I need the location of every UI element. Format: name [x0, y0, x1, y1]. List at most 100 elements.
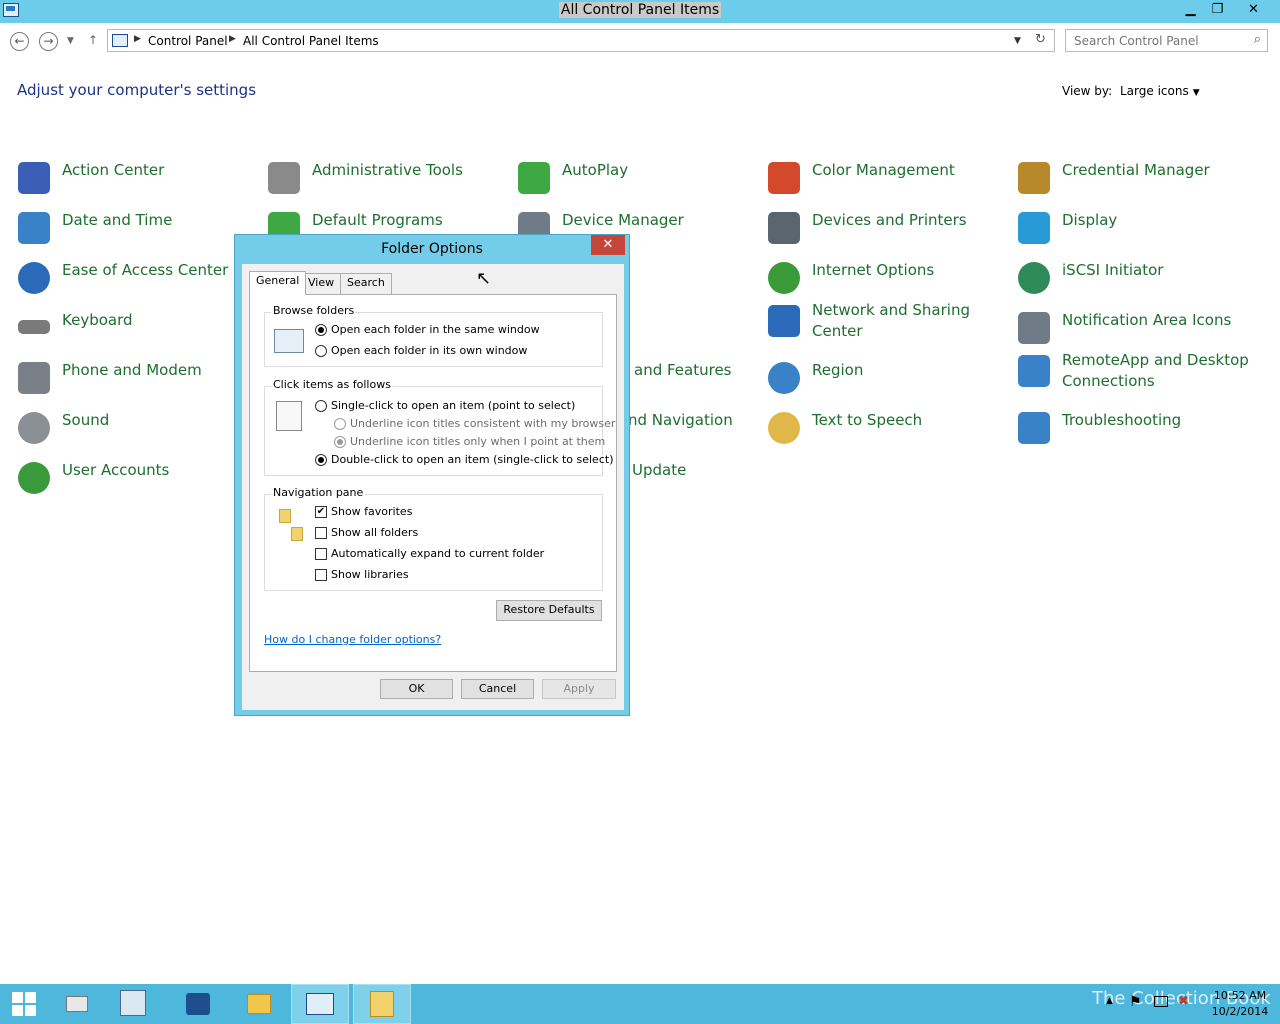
breadcrumb-control-panel[interactable]: Control Panel: [148, 34, 228, 48]
folder-icon: [279, 509, 291, 523]
start-button[interactable]: [0, 984, 58, 1024]
folder-icon: [291, 527, 303, 541]
option-show-libraries[interactable]: Show libraries: [331, 568, 409, 581]
address-dropdown-icon[interactable]: ▼: [1014, 36, 1021, 46]
taskbar-powershell-button[interactable]: [180, 984, 238, 1024]
search-icon[interactable]: ⌕: [1254, 32, 1261, 47]
cp-item-label: Troubleshooting: [1062, 411, 1182, 429]
view-by-dropdown[interactable]: Large icons ▼: [1120, 84, 1200, 98]
windows-logo-pane: [12, 1005, 23, 1016]
option-same-window[interactable]: Open each folder in the same window: [331, 323, 540, 336]
click-items-group: Click items as follows Single-click to o…: [264, 378, 615, 476]
breadcrumb-all-items[interactable]: All Control Panel Items: [243, 34, 379, 48]
browse-folders-legend: Browse folders: [271, 304, 357, 317]
radio-single-click[interactable]: [315, 400, 327, 412]
radio-same-window[interactable]: [315, 324, 327, 336]
cp-item-label: RemoteApp and Desktop Connections: [1062, 351, 1249, 390]
title-bar: All Control Panel Items ▁ ❐ ✕: [0, 0, 1280, 23]
dialog-body: General View Search Browse folders Open …: [242, 264, 624, 710]
network-icon[interactable]: [1154, 996, 1168, 1007]
apply-button[interactable]: Apply: [542, 679, 616, 699]
help-link[interactable]: How do I change folder options?: [264, 633, 441, 646]
option-double-click[interactable]: Double-click to open an item (single-cli…: [331, 453, 613, 466]
browse-folders-group: Browse folders Open each folder in the s…: [264, 304, 603, 367]
option-own-window[interactable]: Open each folder in its own window: [331, 344, 527, 357]
region-icon: [768, 362, 800, 394]
cp-item-label: Credential Manager: [1062, 161, 1210, 179]
breadcrumb-chevron-icon[interactable]: ▶: [229, 34, 236, 44]
address-bar[interactable]: ▶ Control Panel ▶ All Control Panel Item…: [107, 29, 1055, 52]
taskbar-control-panel-button[interactable]: [291, 984, 349, 1024]
windows-logo-pane: [25, 1005, 36, 1016]
tab-view[interactable]: View: [301, 273, 342, 294]
cp-item-label: Ease of Access Center: [62, 261, 229, 279]
back-button[interactable]: ←: [10, 32, 29, 51]
refresh-icon[interactable]: ↻: [1035, 32, 1046, 47]
clock-time: 10:52 AM: [1213, 989, 1267, 1002]
clock[interactable]: 10:52 AM 10/2/2014: [1205, 988, 1275, 1020]
minimize-button[interactable]: ▁: [1177, 0, 1204, 20]
option-underline-point[interactable]: Underline icon titles only when I point …: [350, 435, 605, 448]
show-hidden-icons-icon[interactable]: ▲: [1106, 996, 1113, 1006]
clock-date: 10/2/2014: [1211, 1005, 1269, 1018]
taskbar: The Collection Book ▲ ⚑ ✖ 10:52 AM 10/2/…: [0, 984, 1280, 1024]
cp-item-label: Sound: [62, 411, 110, 429]
taskbar-server-manager-button[interactable]: [118, 984, 176, 1024]
close-button[interactable]: ✕: [1240, 0, 1267, 20]
radio-own-window[interactable]: [315, 345, 327, 357]
windows-logo-icon: [12, 992, 23, 1003]
option-single-click[interactable]: Single-click to open an item (point to s…: [331, 399, 575, 412]
administrative-tools-icon: [268, 162, 300, 194]
checkbox-auto-expand[interactable]: [315, 548, 327, 560]
checkbox-show-favorites[interactable]: ✔: [315, 506, 327, 518]
recent-locations-chevron-icon[interactable]: ▼: [67, 36, 74, 46]
dialog-title: Folder Options: [381, 241, 483, 257]
windows-logo-pane: [25, 992, 36, 1003]
radio-underline-point[interactable]: [334, 436, 346, 448]
tab-general[interactable]: General: [249, 271, 307, 295]
general-tab-panel: Browse folders Open each folder in the s…: [249, 294, 617, 672]
forward-button[interactable]: →: [39, 32, 58, 51]
option-show-all-folders[interactable]: Show all folders: [331, 526, 418, 539]
radio-double-click[interactable]: [315, 454, 327, 466]
taskbar-folder-button[interactable]: [240, 984, 298, 1024]
search-box[interactable]: ⌕: [1065, 29, 1268, 52]
powershell-icon: [186, 993, 210, 1015]
internet-options-icon: [768, 262, 800, 294]
cp-item-label: AutoPlay: [562, 161, 629, 179]
cp-item-label: Display: [1062, 211, 1118, 229]
breadcrumb-chevron-icon[interactable]: ▶: [134, 34, 141, 44]
cancel-button[interactable]: Cancel: [461, 679, 534, 699]
option-underline-browser[interactable]: Underline icon titles consistent with my…: [350, 417, 615, 430]
remoteapp-icon: [1018, 355, 1050, 387]
action-center-icon: [18, 162, 50, 194]
ok-button[interactable]: OK: [380, 679, 453, 699]
option-show-favorites[interactable]: Show favorites: [331, 505, 412, 518]
view-by-value: Large icons: [1120, 84, 1189, 98]
click-items-legend: Click items as follows: [271, 378, 393, 391]
checkbox-show-all-folders[interactable]: [315, 527, 327, 539]
option-auto-expand[interactable]: Automatically expand to current folder: [331, 547, 544, 560]
troubleshooting-icon: [1018, 412, 1050, 444]
taskbar-folder-options-button[interactable]: [353, 984, 411, 1024]
checkbox-show-libraries[interactable]: [315, 569, 327, 581]
restore-button[interactable]: ❐: [1204, 0, 1231, 20]
credential-manager-icon: [1018, 162, 1050, 194]
network-sharing-icon: [768, 305, 800, 337]
cp-item-label: Keyboard: [62, 311, 133, 329]
up-arrow-icon[interactable]: ↑: [88, 33, 98, 47]
restore-defaults-button[interactable]: Restore Defaults: [496, 600, 602, 621]
taskbar-explorer-button[interactable]: [60, 984, 118, 1024]
devices-printers-icon: [768, 212, 800, 244]
window-title: All Control Panel Items: [558, 2, 722, 18]
dialog-close-button[interactable]: ✕: [591, 235, 625, 255]
cp-item-label: Date and Time: [62, 211, 173, 229]
search-input[interactable]: [1067, 31, 1242, 50]
cp-item-label: Update: [632, 461, 687, 479]
cp-item-label: Devices and Printers: [812, 211, 967, 229]
cp-item-label: Action Center: [62, 161, 165, 179]
radio-underline-browser[interactable]: [334, 418, 346, 430]
volume-muted-icon[interactable]: ✖: [1178, 994, 1189, 1009]
action-flag-icon[interactable]: ⚑: [1129, 994, 1142, 1010]
tab-search[interactable]: Search: [340, 273, 392, 294]
